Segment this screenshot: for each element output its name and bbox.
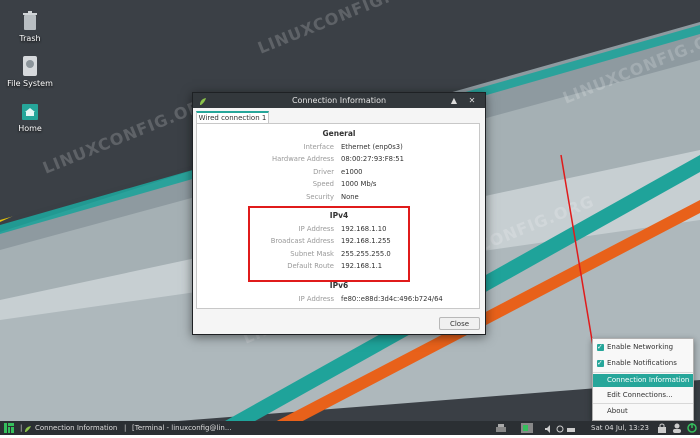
- menu-item-label: Enable Networking: [607, 343, 674, 351]
- network-app-icon: [24, 424, 32, 432]
- menu-item-label: Edit Connections...: [607, 391, 673, 399]
- checkbox-checked-icon: [597, 357, 604, 370]
- network-tray-icon-2[interactable]: [567, 424, 575, 432]
- notification-icon[interactable]: [556, 424, 564, 433]
- taskbar-window-connection-information[interactable]: Connection Information: [35, 421, 117, 435]
- taskbar-clock[interactable]: Sat 04 Jul, 13:23: [591, 421, 649, 435]
- speaker-icon[interactable]: [545, 424, 553, 433]
- menu-item-label: About: [607, 407, 628, 415]
- menu-item-enable-networking[interactable]: Enable Networking: [593, 341, 693, 354]
- manjaro-menu-icon[interactable]: [4, 423, 14, 433]
- menu-item-label: Enable Notifications: [607, 359, 677, 367]
- menu-item-connection-information[interactable]: Connection Information: [593, 374, 693, 387]
- menu-item-enable-notifications[interactable]: Enable Notifications: [593, 357, 693, 370]
- network-tray-menu: Enable Networking Enable Notifications C…: [592, 338, 694, 421]
- menu-item-about[interactable]: About: [593, 405, 693, 418]
- checkbox-checked-icon: [597, 341, 604, 354]
- menu-item-edit-connections[interactable]: Edit Connections...: [593, 389, 693, 402]
- lock-icon[interactable]: [657, 423, 667, 433]
- taskbar: | Connection Information | [Terminal - l…: [0, 421, 700, 435]
- menu-separator: [593, 403, 693, 404]
- menu-item-label: Connection Information: [607, 376, 690, 384]
- user-icon[interactable]: [672, 423, 682, 433]
- taskbar-separator: |: [124, 424, 127, 432]
- power-icon[interactable]: [687, 423, 697, 433]
- network-tray-icon[interactable]: [496, 423, 506, 433]
- menu-separator: [593, 372, 693, 373]
- taskbar-separator: |: [20, 424, 23, 432]
- taskbar-window-terminal[interactable]: [Terminal - linuxconfig@lin...: [132, 421, 232, 435]
- workspace-switcher[interactable]: [521, 423, 533, 433]
